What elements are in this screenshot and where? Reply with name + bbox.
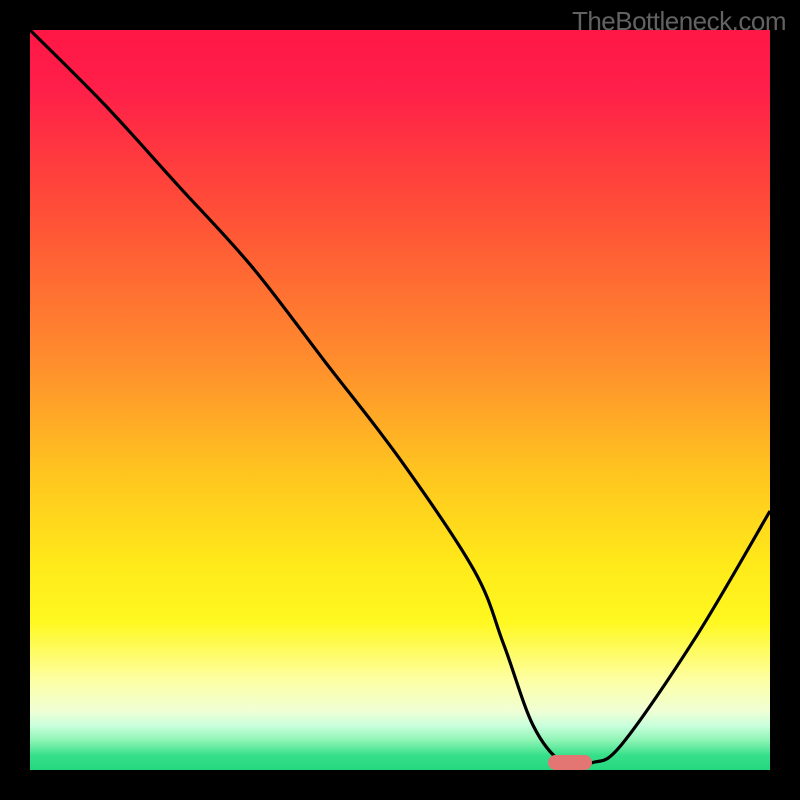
bottleneck-curve [30, 30, 770, 770]
watermark-text: TheBottleneck.com [572, 6, 786, 37]
chart-container: TheBottleneck.com [0, 0, 800, 800]
optimum-marker [548, 755, 592, 770]
plot-area [30, 30, 770, 770]
curve-path [30, 30, 770, 766]
